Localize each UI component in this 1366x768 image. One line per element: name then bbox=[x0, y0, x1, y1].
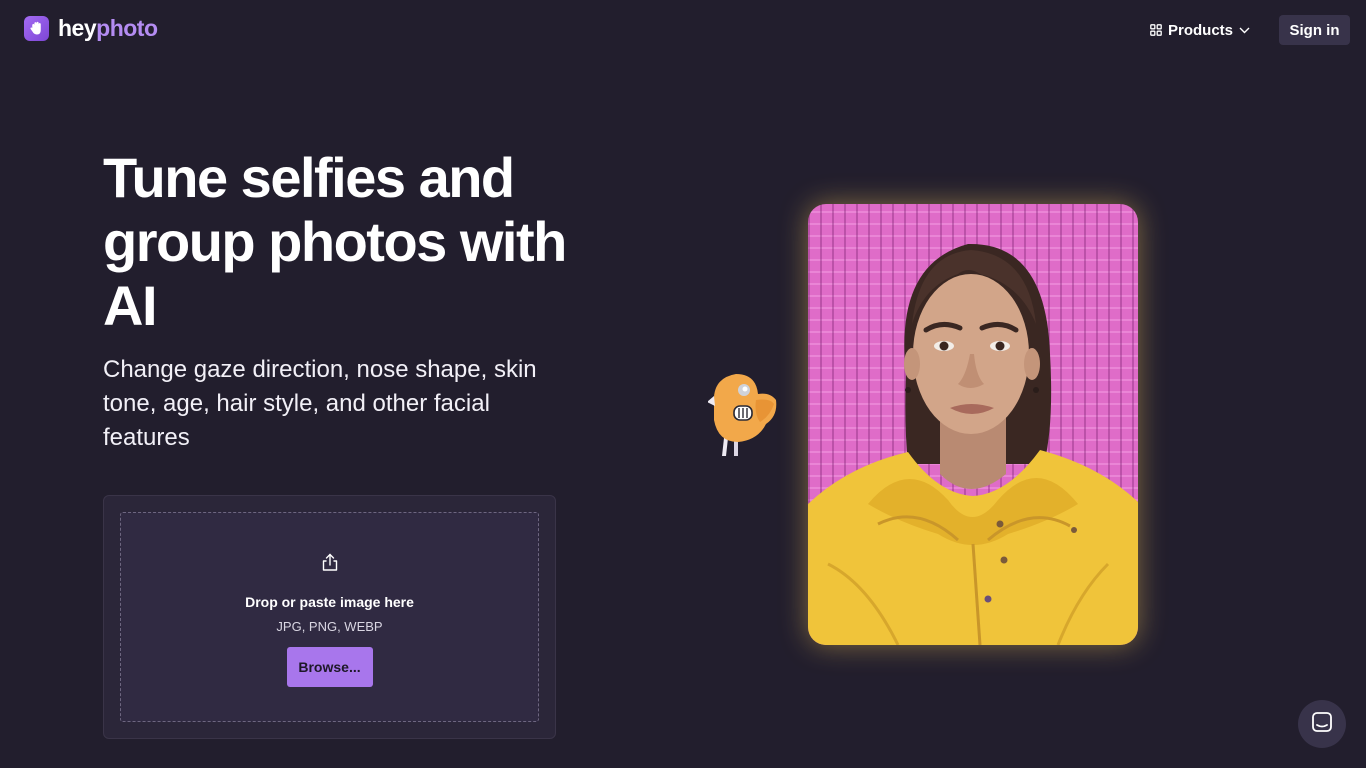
hero-subtitle: Change gaze direction, nose shape, skin … bbox=[103, 356, 537, 451]
chat-icon bbox=[1311, 711, 1333, 738]
logo[interactable]: heyphoto bbox=[24, 16, 158, 41]
products-label: Products bbox=[1168, 21, 1234, 39]
logo-wordmark: heyphoto bbox=[58, 17, 158, 40]
logo-text-hey: hey bbox=[58, 15, 97, 41]
image-dropzone[interactable]: Drop or paste image here JPG, PNG, WEBP … bbox=[120, 512, 539, 722]
page-title: Tune selfies and group photos with AI bbox=[103, 146, 567, 337]
chevron-down-icon bbox=[1239, 27, 1250, 34]
sign-in-button[interactable]: Sign in bbox=[1279, 15, 1350, 45]
grid-icon bbox=[1150, 24, 1162, 36]
bird-mascot-icon bbox=[707, 370, 782, 462]
upload-card: Drop or paste image here JPG, PNG, WEBP … bbox=[103, 495, 556, 739]
chat-launcher-button[interactable] bbox=[1298, 700, 1346, 748]
drop-instructions: Drop or paste image here bbox=[245, 594, 414, 610]
products-menu-button[interactable]: Products bbox=[1140, 15, 1260, 45]
hand-wave-icon bbox=[24, 16, 49, 41]
sample-portrait-photo bbox=[808, 204, 1138, 645]
browse-button[interactable]: Browse... bbox=[286, 647, 373, 687]
supported-formats: JPG, PNG, WEBP bbox=[276, 619, 383, 634]
upload-icon bbox=[320, 552, 340, 577]
logo-text-photo: photo bbox=[96, 15, 158, 41]
